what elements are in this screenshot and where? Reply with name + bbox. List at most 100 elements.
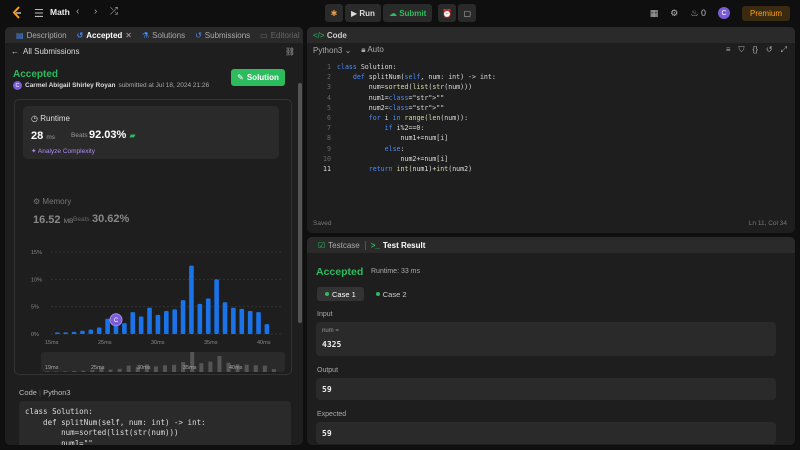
left-scrollbar[interactable]	[298, 83, 302, 323]
line-number: 7	[327, 124, 331, 133]
chart-bars: C	[55, 265, 270, 334]
chart-bar[interactable]	[256, 312, 261, 334]
timer-button[interactable]: ⏰	[438, 4, 457, 22]
author-avatar[interactable]: C	[13, 81, 22, 90]
chart-bar[interactable]	[205, 298, 211, 334]
chart-bar[interactable]	[80, 330, 85, 334]
y-tick-label: 5%	[31, 305, 39, 311]
debug-button[interactable]: ✱	[325, 4, 343, 22]
case-2-tab[interactable]: Case 2	[368, 287, 415, 301]
leetcode-logo-icon[interactable]	[10, 6, 24, 20]
streak-counter[interactable]: ♨ 0	[690, 8, 706, 19]
chart-bar[interactable]	[231, 307, 236, 334]
user-avatar[interactable]: C	[717, 7, 730, 19]
tab-test-result[interactable]: >_ Test Result	[366, 241, 431, 250]
language-select[interactable]: Python3 ⌄	[313, 46, 351, 55]
chart-bar[interactable]	[113, 325, 119, 334]
code-line: for i in range(len(num)):	[368, 114, 469, 122]
checkbox-icon: ☑	[318, 240, 326, 250]
submission-subbar: ← All Submissions ⛓	[5, 43, 303, 59]
expand-icon[interactable]: ⤢	[781, 45, 787, 55]
brush-bar	[262, 365, 267, 372]
tab-editorial[interactable]: ▭ Editorial	[255, 31, 303, 40]
problem-list-icon[interactable]: ☰	[34, 7, 44, 20]
chart-bar[interactable]	[180, 300, 186, 334]
code-line: num1=class="str">""	[337, 93, 445, 102]
input-var: num =	[322, 328, 339, 334]
tab-submissions[interactable]: ↺ Submissions	[190, 31, 255, 40]
braces-icon[interactable]: {}	[753, 45, 758, 55]
case-label: Case 2	[382, 289, 407, 299]
flask-icon: ⚗	[142, 30, 150, 40]
tab-testcase[interactable]: ☑ Testcase	[313, 241, 365, 250]
code-lang: Python3	[43, 388, 71, 397]
x-tick-label: 40ms	[257, 340, 271, 346]
format-icon[interactable]: ≡	[726, 45, 731, 55]
all-submissions-link[interactable]: All Submissions	[23, 47, 79, 56]
prev-problem-icon[interactable]: ‹	[76, 6, 79, 17]
chart-bar[interactable]	[222, 302, 228, 334]
brush-bar	[153, 366, 158, 372]
code-editor[interactable]: 1 class Solution: 2 def splitNum(self, num…	[307, 61, 795, 221]
chart-bar[interactable]	[105, 318, 110, 334]
tab-label: Editorial	[270, 30, 300, 40]
chart-bar[interactable]	[147, 307, 152, 334]
note-icon: ▢	[463, 8, 472, 18]
solution-button[interactable]: ✎ Solution	[231, 69, 285, 86]
chart-bar[interactable]	[122, 323, 127, 334]
chart-bar[interactable]	[239, 308, 245, 334]
chart-bar[interactable]	[88, 329, 94, 334]
line-number: 6	[327, 114, 331, 122]
case-label: Case 1	[332, 289, 356, 299]
chart-bar[interactable]	[63, 332, 68, 334]
tab-solutions[interactable]: ⚗ Solutions	[137, 31, 190, 40]
bookmark-icon[interactable]: ⛉	[739, 45, 745, 55]
run-button[interactable]: ▶ Run	[345, 4, 381, 22]
code-section-header: Code | Python3	[19, 388, 71, 397]
author-name[interactable]: Carmel Abigail Shirley Royan	[25, 82, 115, 89]
problem-list-title[interactable]: Math	[50, 7, 70, 17]
x-tick-label: 15ms	[45, 340, 59, 346]
chart-bar[interactable]	[214, 279, 219, 334]
reset-icon[interactable]: ↺	[766, 45, 773, 55]
premium-button[interactable]: Premium	[741, 5, 790, 21]
settings-gear-icon[interactable]: ⚙	[670, 8, 678, 19]
history-icon: ↺	[195, 30, 202, 40]
chart-bar[interactable]	[138, 316, 144, 334]
shuffle-icon[interactable]: ⤮	[110, 6, 118, 17]
auto-mode[interactable]: 🔒︎ Auto	[361, 45, 384, 55]
chart-bar[interactable]	[155, 314, 161, 334]
tab-label: Solutions	[152, 30, 186, 40]
tab-accepted[interactable]: ↺ Accepted ✕	[72, 31, 137, 40]
chart-bar[interactable]	[247, 311, 253, 334]
link-icon[interactable]: ⛓	[285, 47, 295, 56]
case-1-tab[interactable]: Case 1	[317, 287, 364, 301]
chart-bar[interactable]	[197, 303, 203, 334]
play-icon: ▶	[351, 8, 358, 18]
submit-button[interactable]: ☁ Submit	[382, 4, 433, 22]
cloud-upload-icon: ☁	[388, 8, 397, 18]
chart-bar[interactable]	[172, 309, 177, 334]
chart-brush[interactable]: 19ms 25ms 30ms 35ms 40ms	[41, 352, 285, 372]
brush-bar	[81, 370, 86, 372]
close-tab-icon[interactable]: ✕	[125, 31, 132, 40]
brush-bar	[271, 369, 276, 372]
chart-bar[interactable]	[55, 332, 60, 334]
chart-bar[interactable]	[164, 311, 169, 334]
chart-bar[interactable]	[96, 327, 102, 334]
notes-button[interactable]: ▢	[458, 4, 477, 22]
layout-icon[interactable]: ▦	[650, 8, 659, 19]
book-icon: ▭	[260, 30, 268, 40]
chart-bar[interactable]	[71, 331, 77, 334]
chart-bar[interactable]	[264, 324, 270, 334]
tab-label: Testcase	[328, 240, 360, 250]
runtime-distribution-chart[interactable]: 15% 10% 5% 0% 15ms 25ms 30ms 35ms 40ms C 19ms 25m…	[15, 100, 293, 376]
chart-bar[interactable]	[130, 312, 136, 334]
cursor-position: Ln 11, Col 34	[748, 220, 787, 227]
result-status: Accepted	[316, 266, 364, 278]
code-line: def splitNum(self, num: int) -> int:	[352, 73, 496, 82]
chart-bar[interactable]	[189, 265, 194, 334]
back-arrow-icon[interactable]: ←	[11, 47, 19, 56]
next-problem-icon[interactable]: ›	[94, 6, 97, 17]
tab-description[interactable]: ▤ Description	[11, 31, 72, 40]
